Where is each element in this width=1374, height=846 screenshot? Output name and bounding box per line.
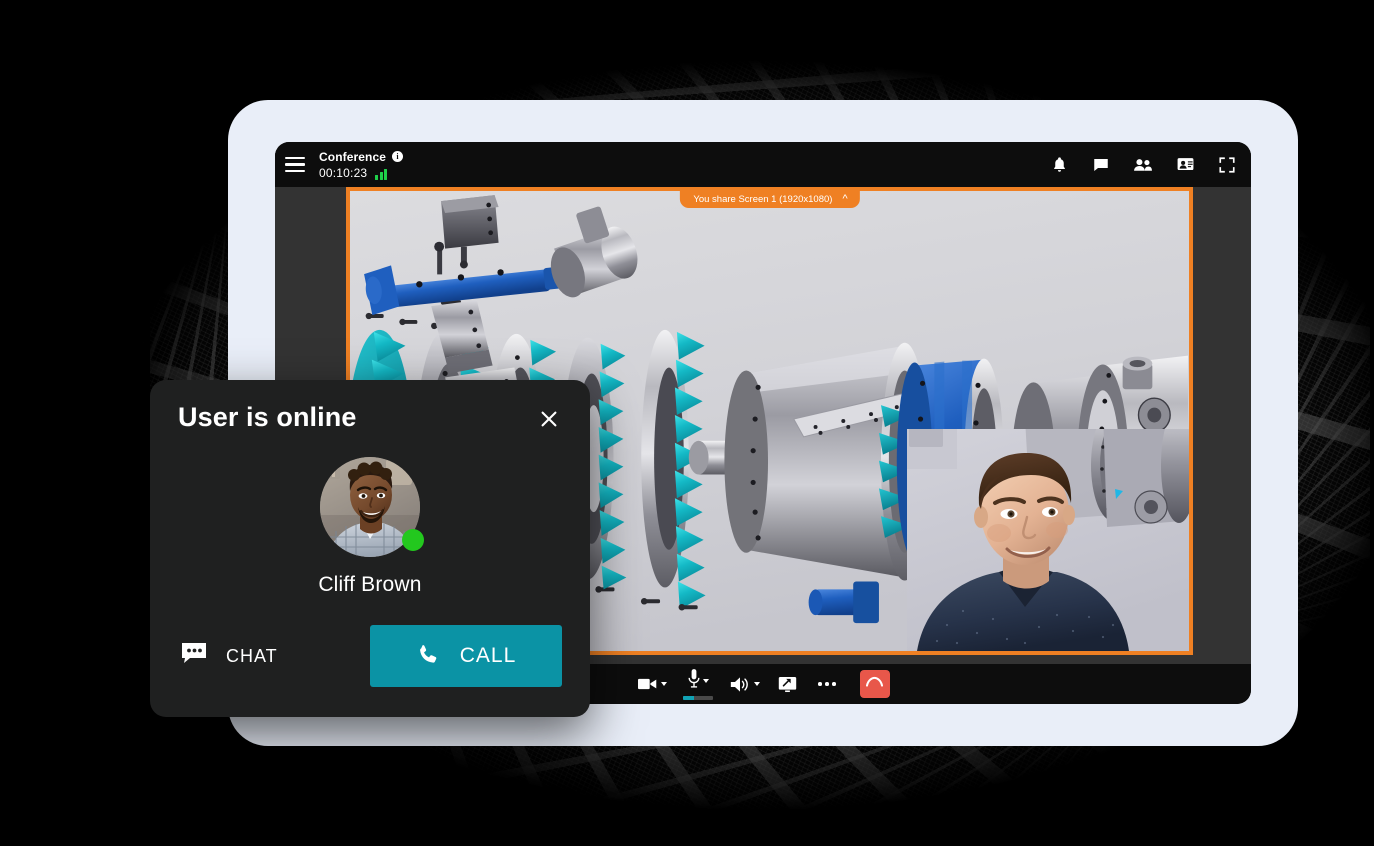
meeting-meta: Conference i 00:10:23 bbox=[319, 149, 404, 180]
chat-button[interactable]: CHAT bbox=[178, 633, 370, 680]
dialog-actions: CHAT CALL bbox=[178, 625, 562, 687]
hangup-button[interactable] bbox=[859, 670, 890, 698]
present-screen-button[interactable] bbox=[776, 673, 798, 695]
share-banner-label: You share Screen 1 (1920x1080) bbox=[693, 194, 833, 205]
close-icon[interactable] bbox=[536, 406, 562, 432]
info-icon[interactable]: i bbox=[392, 151, 404, 162]
dialog-body: Cliff Brown bbox=[178, 457, 562, 597]
speaker-icon bbox=[729, 673, 751, 695]
microphone-button[interactable] bbox=[683, 668, 714, 700]
avatar-wrapper bbox=[320, 457, 424, 557]
microphone-row bbox=[688, 668, 709, 693]
participants-icon[interactable] bbox=[1133, 155, 1153, 175]
phone-hangup-icon bbox=[865, 675, 884, 693]
user-name: Cliff Brown bbox=[318, 573, 422, 596]
speaker-button[interactable] bbox=[729, 673, 761, 695]
call-button[interactable]: CALL bbox=[370, 625, 562, 687]
meeting-title-row: Conference i bbox=[319, 149, 404, 164]
chevron-down-icon[interactable] bbox=[702, 678, 709, 683]
chevron-down-icon[interactable] bbox=[661, 682, 668, 686]
timer-row: 00:10:23 bbox=[319, 166, 403, 180]
more-options-button[interactable] bbox=[814, 682, 840, 686]
share-status-banner[interactable]: You share Screen 1 (1920x1080) ^ bbox=[679, 191, 860, 208]
camera-button[interactable] bbox=[636, 673, 668, 695]
top-bar-actions bbox=[1049, 155, 1237, 175]
page-root: Conference i 00:10:23 You share Screen 1… bbox=[0, 0, 1374, 846]
meeting-title: Conference bbox=[319, 149, 387, 164]
chevron-down-icon[interactable] bbox=[754, 682, 761, 686]
call-button-label: CALL bbox=[459, 644, 517, 667]
chevron-up-icon[interactable]: ^ bbox=[842, 194, 847, 205]
phone-icon bbox=[416, 643, 440, 670]
app-top-bar: Conference i 00:10:23 bbox=[275, 142, 1251, 187]
notifications-bell-icon[interactable] bbox=[1049, 155, 1069, 175]
microphone-level-meter bbox=[683, 695, 714, 700]
chat-button-label: CHAT bbox=[226, 645, 278, 666]
microphone-icon bbox=[688, 668, 700, 693]
status-badge bbox=[402, 529, 424, 551]
hamburger-menu-icon[interactable] bbox=[285, 154, 307, 176]
present-screen-icon bbox=[776, 673, 798, 695]
fullscreen-icon[interactable] bbox=[1217, 155, 1237, 175]
video-camera-icon bbox=[636, 673, 658, 695]
signal-strength-icon bbox=[375, 168, 388, 180]
chat-bubble-icon bbox=[182, 642, 208, 670]
share-screen-icon[interactable] bbox=[1175, 155, 1195, 175]
user-online-dialog: User is online Cliff Brown CHAT CALL bbox=[150, 380, 590, 717]
dialog-header: User is online bbox=[178, 402, 562, 433]
call-timer: 00:10:23 bbox=[319, 165, 368, 180]
chat-icon[interactable] bbox=[1091, 155, 1111, 175]
self-view-video[interactable] bbox=[907, 429, 1189, 651]
dialog-title: User is online bbox=[178, 402, 357, 432]
